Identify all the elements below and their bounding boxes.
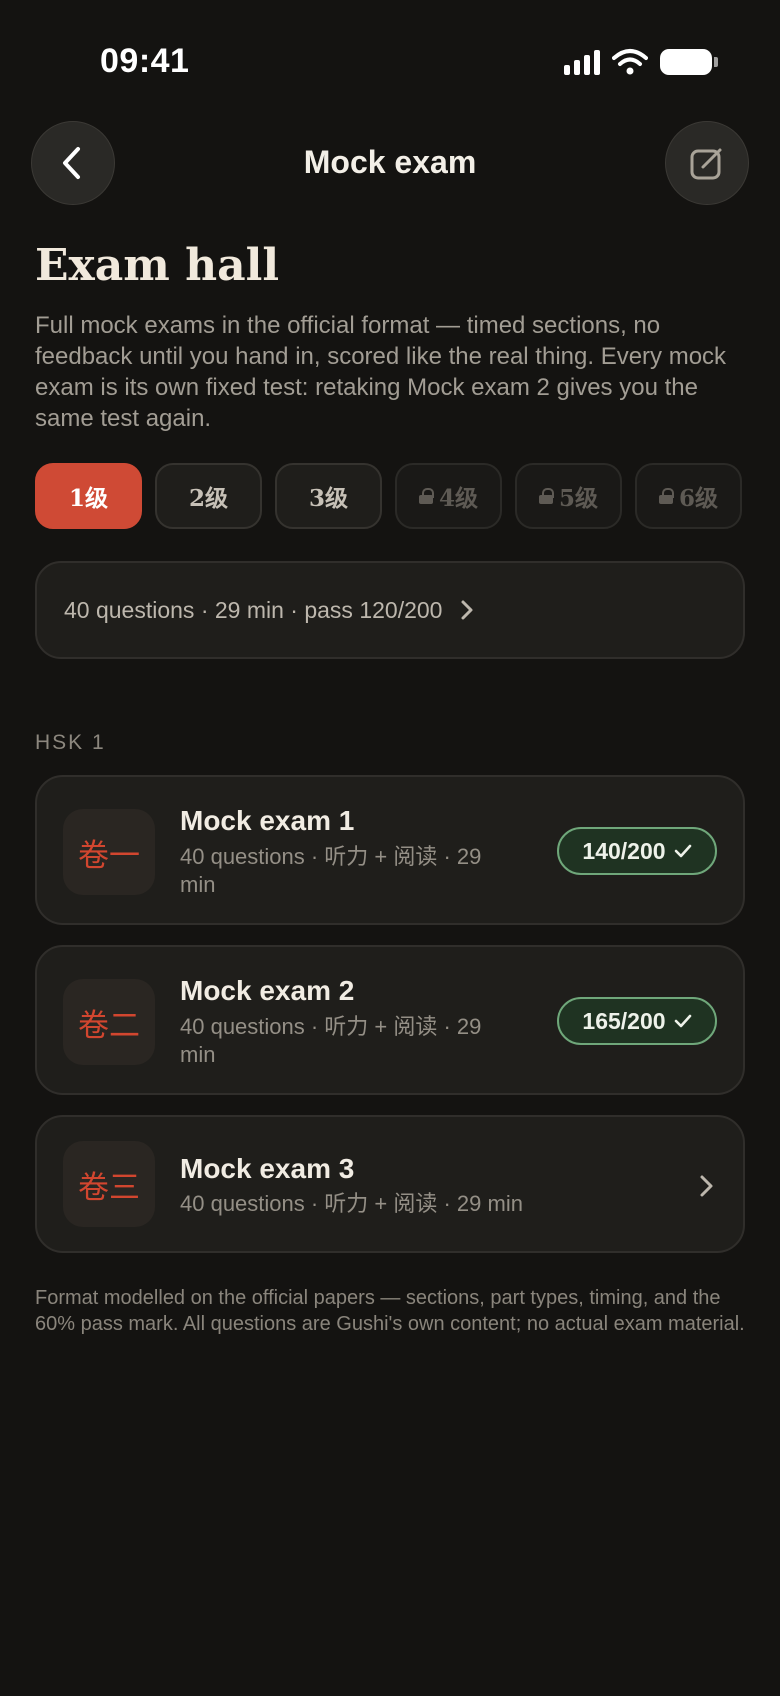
exam-title: Mock exam 1	[180, 805, 355, 836]
level-tabs: 1级 2级 3级 4级 5级 6级	[35, 463, 745, 529]
section-label: HSK 1	[35, 731, 106, 754]
edit-icon	[690, 148, 722, 180]
exam-title: Mock exam 2	[180, 975, 355, 1006]
level-tab-2[interactable]: 2级	[155, 463, 262, 529]
level-tab-label: 5级	[558, 485, 598, 512]
exam-card-1[interactable]: 卷一 Mock exam 1 40 questions · 听力 + 阅读 · …	[35, 775, 745, 925]
cellular-signal-icon	[564, 49, 600, 75]
exam-meta: 40 questions · 听力 + 阅读 · 29 min	[180, 844, 482, 897]
exam-card-3[interactable]: 卷三 Mock exam 3 40 questions · 听力 + 阅读 · …	[35, 1115, 745, 1253]
exam-seal: 卷二	[63, 979, 155, 1065]
exam-meta: 40 questions · 听力 + 阅读 · 29 min	[180, 1191, 523, 1216]
status-icons	[564, 48, 718, 76]
wifi-icon	[612, 49, 648, 75]
nav-title: Mock exam	[303, 144, 477, 180]
checkmark-icon	[674, 1014, 691, 1028]
edit-button[interactable]	[665, 121, 749, 205]
exam-seal: 卷一	[63, 809, 155, 895]
level-tab-6[interactable]: 6级	[635, 463, 742, 529]
lock-icon	[658, 488, 674, 504]
level-tab-4[interactable]: 4级	[395, 463, 502, 529]
score-badge: 165/200	[557, 997, 717, 1045]
level-tab-label: 3级	[308, 485, 348, 512]
page-title: Exam hall	[35, 240, 280, 291]
level-tab-label: 2级	[188, 485, 228, 512]
level-tab-label: 1级	[68, 485, 108, 512]
level-tab-1[interactable]: 1级	[35, 463, 142, 529]
checkmark-icon	[674, 844, 691, 858]
chevron-right-icon	[461, 600, 473, 620]
level-tab-5[interactable]: 5级	[515, 463, 622, 529]
lock-icon	[538, 488, 554, 504]
exam-title: Mock exam 3	[180, 1153, 355, 1184]
lock-icon	[418, 488, 434, 504]
chevron-right-icon	[700, 1175, 713, 1197]
level-info-text: 40 questions · 29 min · pass 120/200	[64, 596, 443, 623]
battery-icon	[660, 49, 718, 75]
status-bar: 09:41	[0, 0, 780, 120]
level-tab-label: 4级	[438, 485, 478, 512]
mock-exam-screen: 09:41 Mock exam Exam hall Full mock exam…	[0, 0, 780, 1696]
intro-text: Full mock exams in the official format —…	[35, 312, 727, 432]
exam-card-2[interactable]: 卷二 Mock exam 2 40 questions · 听力 + 阅读 · …	[35, 945, 745, 1095]
level-tab-3[interactable]: 3级	[275, 463, 382, 529]
footer-note: Format modelled on the official papers —…	[35, 1287, 745, 1335]
score-value: 140/200	[582, 837, 666, 864]
level-tab-label: 6级	[678, 485, 718, 512]
level-info-card[interactable]: 40 questions · 29 min · pass 120/200	[35, 561, 745, 659]
exam-meta: 40 questions · 听力 + 阅读 · 29 min	[180, 1014, 482, 1067]
exam-seal: 卷三	[63, 1141, 155, 1227]
score-badge: 140/200	[557, 827, 717, 875]
score-value: 165/200	[582, 1007, 666, 1034]
status-time: 09:41	[100, 42, 190, 80]
